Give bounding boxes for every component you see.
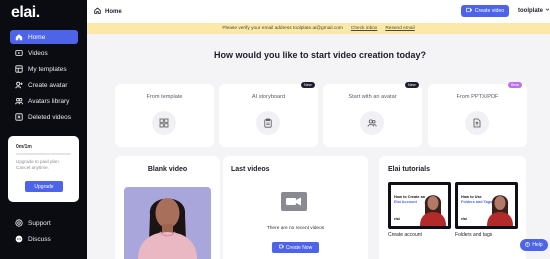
tutorial-brand: elai [461, 217, 467, 221]
sidebar-item-deleted-videos[interactable]: Deleted videos [10, 110, 78, 124]
help-label: Help [532, 242, 543, 248]
new-badge: New [405, 82, 419, 88]
plan-upgrade-text: Upgrade to paid plan. Cancel anytime. [16, 159, 60, 170]
add-avatar-icon [15, 81, 23, 89]
user-name: toolplate [518, 7, 543, 14]
sidebar-item-label: Deleted videos [28, 113, 71, 121]
help-icon [525, 241, 531, 249]
create-video-label: Create video [474, 8, 505, 14]
file-upload-icon [465, 111, 489, 135]
avatars-library-icon [15, 97, 23, 105]
empty-state-text: There are no recent videos [266, 226, 325, 231]
sidebar-item-videos[interactable]: Videos [10, 46, 78, 60]
sidebar-item-create-avatar[interactable]: Create avatar [10, 78, 78, 92]
sidebar-item-avatars-library[interactable]: Avatars library [10, 94, 78, 108]
option-label: Start with an avatar [348, 94, 397, 100]
presenter-image [420, 195, 446, 226]
user-menu[interactable]: toolplate [518, 7, 550, 14]
banner-message: Please verify your email address toolpla… [222, 26, 343, 31]
top-header: Home Create video toolplate [87, 0, 550, 23]
plan-box: 0m/1m Upgrade to paid plan. Cancel anyti… [8, 136, 79, 202]
sidebar-item-my-templates[interactable]: My templates [10, 62, 78, 76]
upgrade-button[interactable]: Upgrade [25, 181, 63, 192]
elai-logo[interactable]: elai. [11, 4, 40, 22]
grid-icon [152, 111, 176, 135]
card-title: Elai tutorials [388, 166, 431, 173]
check-inbox-link[interactable]: Check inbox [351, 26, 377, 31]
card-title: Last videos [231, 166, 270, 173]
chevron-down-icon [545, 7, 550, 14]
tutorials-card: Elai tutorials How to Create an Elai Acc… [379, 156, 526, 259]
new-badge: New [301, 82, 315, 88]
plan-usage-bar [16, 153, 71, 155]
help-button[interactable]: Help [520, 239, 548, 251]
sidebar-item-home[interactable]: Home [10, 30, 78, 44]
discord-icon [15, 235, 23, 243]
card-title: Blank video [147, 166, 188, 173]
trash-icon [15, 113, 23, 121]
sidebar-item-label: Create avatar [28, 81, 68, 89]
sidebar-item-support[interactable]: Support [10, 216, 78, 230]
sidebar-item-label: My templates [28, 65, 67, 73]
sidebar-item-label: Videos [28, 49, 48, 57]
sidebar: elai. Home Videos My templates Create av… [0, 0, 87, 259]
option-start-with-avatar[interactable]: New Start with an avatar [323, 82, 422, 147]
home-icon [15, 33, 23, 41]
sidebar-item-label: Avatars library [28, 97, 70, 105]
tutorial-label: Create account [388, 232, 422, 238]
option-ai-storyboard[interactable]: New AI storyboard [219, 82, 318, 147]
plan-usage-text: 0m/1m [16, 144, 32, 150]
option-from-pptx-pdf[interactable]: Beta From PPTX/PDF [428, 82, 527, 147]
sidebar-item-label: Discuss [28, 235, 51, 243]
create-now-button[interactable]: Create Now [272, 242, 319, 253]
video-plus-icon [465, 7, 472, 15]
option-from-template[interactable]: From template [115, 84, 214, 147]
breadcrumb: Home [94, 7, 122, 16]
templates-icon [15, 65, 23, 73]
clipboard-icon [256, 111, 280, 135]
sidebar-item-discuss[interactable]: Discuss [10, 232, 78, 246]
option-label: From template [146, 94, 183, 100]
blank-video-card[interactable]: Blank video [115, 156, 220, 259]
option-label: AI storyboard [251, 94, 286, 100]
tutorial-label: Folders and tags [455, 232, 493, 238]
home-icon [94, 7, 101, 16]
option-label: From PPTX/PDF [456, 94, 499, 100]
beta-badge: Beta [508, 82, 522, 88]
tutorial-thumbnail: How to Create an Elai Account elai [388, 182, 451, 229]
video-camera-icon [280, 189, 308, 218]
create-video-button[interactable]: Create video [461, 5, 509, 17]
tutorial-caption: Elai Account [394, 199, 417, 204]
avatar-preview [124, 187, 211, 259]
main-heading: How would you like to start video creati… [213, 50, 427, 60]
sidebar-item-label: Support [28, 219, 51, 227]
last-videos-card: Last videos There are no recent videos C… [223, 156, 368, 259]
tutorial-brand: elai [394, 217, 400, 221]
create-now-label: Create Now [285, 244, 313, 251]
sidebar-item-label: Home [28, 33, 46, 41]
video-plus-icon [278, 244, 284, 251]
page-title: Home [105, 8, 122, 15]
support-icon [15, 219, 23, 227]
tutorial-thumbnail: How to Use Folders and Tags elai [455, 182, 518, 229]
video-icon [15, 49, 23, 57]
resend-email-link[interactable]: Resend email [385, 26, 414, 31]
presenter-image [487, 195, 513, 226]
users-icon [360, 111, 384, 135]
verify-email-banner: Please verify your email address toolpla… [87, 23, 550, 34]
